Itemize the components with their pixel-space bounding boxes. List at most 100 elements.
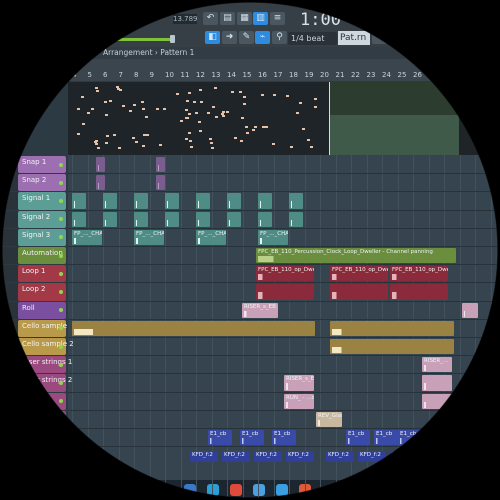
- signal-clip[interactable]: [134, 193, 148, 209]
- snap-clip[interactable]: [156, 175, 165, 191]
- riser-clip[interactable]: [422, 393, 452, 409]
- track-mute-column[interactable]: [0, 283, 18, 301]
- piano-roll-button[interactable]: ▦: [237, 12, 252, 25]
- loop-clip[interactable]: [256, 284, 314, 300]
- track-header[interactable]: Signal 2: [18, 210, 66, 228]
- track-led[interactable]: [59, 399, 63, 404]
- undo-button[interactable]: ↶: [203, 12, 218, 25]
- snap-clip[interactable]: [96, 175, 105, 191]
- signal-clip[interactable]: FP_..._CHA: [134, 229, 164, 245]
- vivaldi-icon[interactable]: [230, 484, 242, 496]
- signal-clip[interactable]: [289, 193, 303, 209]
- track-led[interactable]: [59, 253, 63, 258]
- loop-clip[interactable]: [330, 284, 388, 300]
- snap-clip[interactable]: [96, 157, 105, 173]
- arrow-icon[interactable]: ➜: [222, 31, 237, 44]
- pencil-icon[interactable]: ✎: [239, 31, 254, 44]
- signal-clip[interactable]: [134, 211, 148, 227]
- track-mute-column[interactable]: [0, 174, 18, 192]
- track-led[interactable]: [59, 308, 63, 313]
- signal-clip[interactable]: [165, 193, 179, 209]
- track-header[interactable]: Riser strings 1: [18, 356, 72, 374]
- track-header[interactable]: Cello sample 2: [18, 338, 74, 356]
- track-header[interactable]: [18, 410, 66, 428]
- loop-clip[interactable]: [390, 284, 448, 300]
- roll-clip[interactable]: RISER_s_EB: [242, 302, 278, 318]
- track-mute-column[interactable]: [0, 356, 18, 374]
- signal-clip[interactable]: [72, 193, 86, 209]
- kick-clip[interactable]: KFD_f:2: [222, 451, 250, 462]
- track-led[interactable]: [59, 344, 63, 349]
- signal-clip[interactable]: [258, 193, 272, 209]
- track-mute-column[interactable]: [0, 374, 18, 392]
- track-led[interactable]: [59, 289, 63, 294]
- riser-clip[interactable]: RUN_ - ...dynamo: [284, 393, 314, 409]
- track-header[interactable]: Automation: [18, 247, 66, 265]
- snap-select[interactable]: 1/4 beat: [288, 32, 337, 45]
- track-mute-column[interactable]: [0, 338, 18, 356]
- kick-clip[interactable]: KFD_f:2: [286, 451, 314, 462]
- signal-clip[interactable]: [227, 193, 241, 209]
- track-led[interactable]: [59, 235, 63, 240]
- track-mute-column[interactable]: [0, 301, 18, 319]
- snap-clip[interactable]: [156, 157, 165, 173]
- track-header[interactable]: Signal 1: [18, 192, 66, 210]
- windows-icon[interactable]: [184, 484, 196, 496]
- tempo-slider-knob[interactable]: [170, 35, 175, 43]
- signal-clip[interactable]: FP_..._CHA: [196, 229, 226, 245]
- tempo-slider[interactable]: [100, 38, 172, 41]
- pattern-select[interactable]: Pat.rn: [338, 31, 370, 45]
- e1-clip[interactable]: E1_cb: [398, 430, 422, 446]
- signal-clip[interactable]: [165, 211, 179, 227]
- loop-clip[interactable]: FPC_EB_110_op_Dweller: [390, 266, 448, 282]
- roll-clip[interactable]: [462, 302, 478, 318]
- track-header[interactable]: Roll: [18, 301, 66, 319]
- cello-clip[interactable]: [330, 320, 454, 336]
- signal-clip[interactable]: [196, 211, 210, 227]
- browser-button[interactable]: ≡: [270, 12, 285, 25]
- signal-clip[interactable]: [103, 193, 117, 209]
- track-led[interactable]: [59, 180, 63, 185]
- automation-clip[interactable]: FPC_EB_110_Percussion_Clock_Loop_Dweller…: [256, 248, 456, 264]
- e1-clip[interactable]: E1_cb: [272, 430, 296, 446]
- signal-clip[interactable]: [227, 211, 241, 227]
- track-header[interactable]: [18, 392, 66, 410]
- e1-clip[interactable]: E1_cb: [374, 430, 398, 446]
- kick-clip[interactable]: KFD_f:2: [326, 451, 354, 462]
- loop-clip[interactable]: FPC_EB_110_op_Dweller: [256, 266, 314, 282]
- e1-clip[interactable]: E1_cb: [208, 430, 232, 446]
- cello-clip[interactable]: [72, 320, 315, 336]
- signal-clip[interactable]: [196, 193, 210, 209]
- track-header[interactable]: Riser strings 2: [18, 374, 72, 392]
- track-led[interactable]: [59, 271, 63, 276]
- riser-clip[interactable]: RISER_...: [422, 357, 452, 373]
- kick-clip[interactable]: KFD_f:2: [390, 451, 418, 462]
- track-led[interactable]: [59, 435, 63, 440]
- e1-clip[interactable]: E1_cb: [240, 430, 264, 446]
- search-icon[interactable]: [207, 484, 219, 496]
- kick-clip[interactable]: KFD_f:2: [254, 451, 282, 462]
- track-mute-column[interactable]: [0, 265, 18, 283]
- track-mute-column[interactable]: [0, 192, 18, 210]
- link-icon[interactable]: ⚲: [272, 31, 287, 44]
- e1-clip[interactable]: E1_cb: [346, 430, 370, 446]
- track-mute-column[interactable]: [0, 228, 18, 246]
- signal-clip[interactable]: [258, 211, 272, 227]
- track-header[interactable]: Signal 3: [18, 228, 66, 246]
- browser-icon[interactable]: [253, 484, 265, 496]
- tempo-display[interactable]: 13.789: [173, 14, 198, 24]
- riser-clip[interactable]: [422, 375, 452, 391]
- track-led[interactable]: [59, 380, 63, 385]
- track-header[interactable]: Snap 1: [18, 156, 66, 174]
- track-mute-column[interactable]: [0, 319, 18, 337]
- kick-clip[interactable]: KFD_f:2: [358, 451, 386, 462]
- track-led[interactable]: [59, 198, 63, 203]
- track-header[interactable]: Snap 2: [18, 174, 66, 192]
- track-header[interactable]: Cello sample: [18, 319, 67, 337]
- track-mute-column[interactable]: [0, 210, 18, 228]
- telegram-icon[interactable]: [276, 484, 288, 496]
- reverse-clip[interactable]: REV_Glass: [316, 411, 342, 427]
- signal-clip[interactable]: [72, 211, 86, 227]
- track-mute-column[interactable]: [0, 410, 18, 428]
- kick-clip[interactable]: KFD_f:2: [190, 451, 218, 462]
